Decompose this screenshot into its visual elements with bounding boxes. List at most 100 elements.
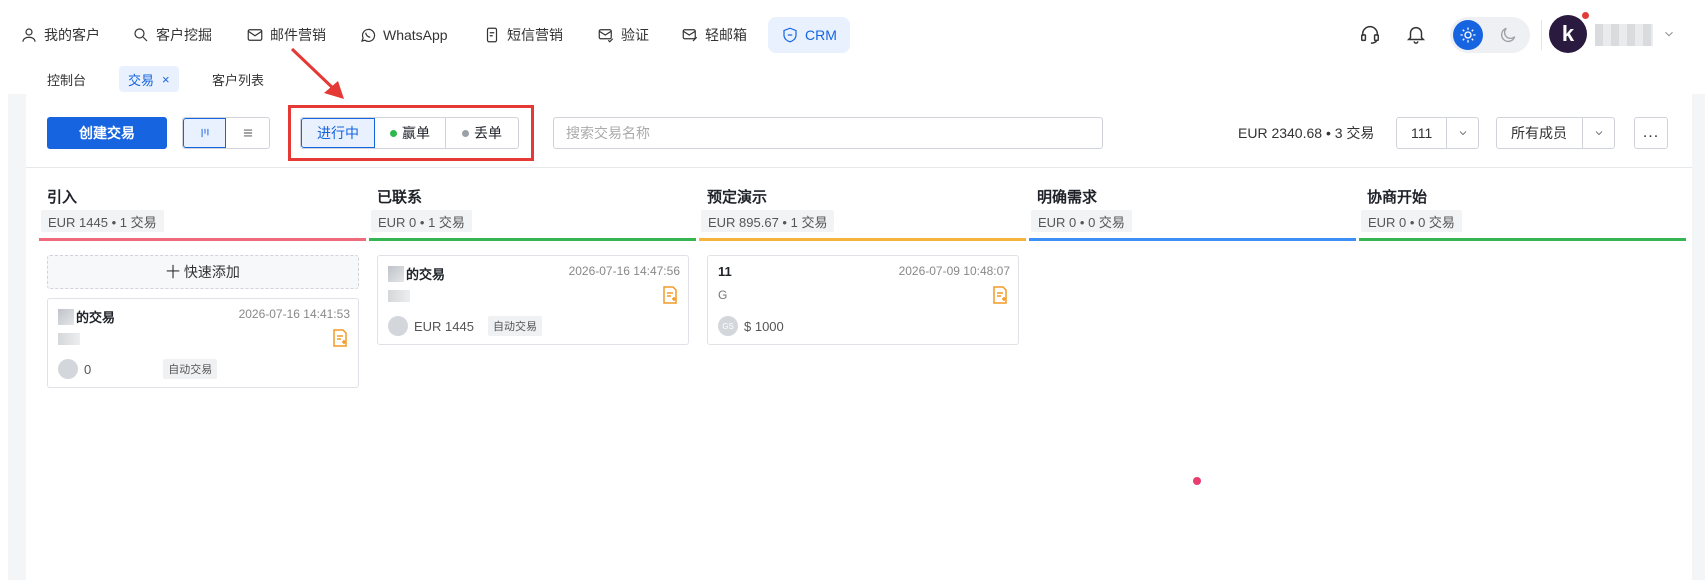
stage-color-bar: [699, 238, 1026, 241]
deal-amount: 0: [84, 361, 92, 377]
nav-label: 客户挖掘: [156, 27, 212, 43]
avatar-status-dot: [1582, 12, 1589, 19]
nav-light-mailbox[interactable]: 轻邮箱: [673, 17, 755, 53]
user-name-blurred: [1595, 24, 1653, 46]
blurred-avatar: [388, 265, 404, 282]
deal-timestamp: 2026-07-16 14:41:53: [238, 307, 350, 321]
add-note-icon[interactable]: [332, 329, 348, 347]
view-switcher: [182, 117, 270, 149]
chevron-down-icon: [1665, 31, 1673, 37]
stage-color-bar: [39, 238, 366, 241]
avatar-letter: k: [1561, 21, 1575, 46]
quick-add-deal-button[interactable]: 十 快速添加: [47, 255, 359, 289]
stage-title: 明确需求: [1037, 189, 1098, 206]
tab-label: 交易: [128, 72, 155, 88]
nav-sms-marketing[interactable]: 短信营销: [475, 17, 571, 53]
stage-stats: EUR 895.67 • 1 交易: [701, 210, 835, 232]
kanban-icon: [201, 128, 208, 138]
cursor-dot: [1193, 477, 1201, 485]
nav-label: WhatsApp: [383, 27, 448, 43]
search-icon: [134, 28, 148, 42]
add-note-icon[interactable]: [662, 286, 678, 304]
mail-icon: [247, 29, 263, 41]
deal-name: 11: [718, 264, 732, 279]
light-mode-button[interactable]: [1453, 20, 1483, 50]
whatsapp-icon: [361, 28, 376, 42]
deal-timestamp: 2026-07-16 14:47:56: [568, 264, 680, 278]
moon-icon: [1500, 27, 1516, 43]
list-icon: [243, 129, 252, 137]
nav-my-customers[interactable]: 我的客户: [12, 17, 108, 53]
deals-summary: EUR 2340.68 • 3 交易: [1238, 125, 1375, 141]
nav-whatsapp[interactable]: WhatsApp: [351, 17, 456, 53]
chevron-down-icon: [1582, 118, 1614, 148]
deal-name-text: 的交易: [406, 267, 446, 282]
stage-title: 已联系: [377, 189, 423, 206]
deal-name-text: 11: [718, 264, 732, 279]
deal-card[interactable]: 的交易 2026-07-16 14:41:53 0 自动交易: [47, 298, 359, 388]
nav-crm[interactable]: CRM: [768, 17, 850, 53]
add-note-icon[interactable]: [992, 286, 1008, 304]
stage-color-bar: [1359, 238, 1686, 241]
nav-label: 短信营销: [507, 27, 563, 43]
user-menu-toggle[interactable]: [1662, 27, 1678, 43]
avatar[interactable]: k: [1549, 15, 1587, 53]
annotation-highlight-box: [288, 105, 534, 161]
pipeline-select[interactable]: 111: [1396, 117, 1479, 149]
deal-search-input[interactable]: [553, 117, 1103, 149]
kanban-view-button[interactable]: [183, 118, 226, 148]
nav-verify[interactable]: 验证: [589, 17, 657, 53]
more-options-button[interactable]: ...: [1634, 117, 1668, 149]
deal-card[interactable]: 的交易 2026-07-16 14:47:56 EUR 1445 自动交易: [377, 255, 689, 345]
deal-company: G: [718, 288, 728, 302]
nav-label: 邮件营销: [270, 27, 326, 43]
tab-deals[interactable]: 交易 ×: [119, 66, 179, 92]
stage-color-bar: [369, 238, 696, 241]
annotation-arrow-icon: [290, 47, 344, 99]
nav-label: 我的客户: [44, 27, 100, 43]
dark-mode-button[interactable]: [1498, 25, 1518, 45]
deal-name-text: 的交易: [76, 310, 116, 325]
top-navigation: 我的客户 客户挖掘 邮件营销 WhatsApp 短信营销 验证 轻邮箱 CRM: [0, 0, 1705, 62]
support-button[interactable]: [1359, 23, 1383, 47]
theme-toggle[interactable]: [1450, 17, 1530, 53]
deal-card[interactable]: 11 2026-07-09 10:48:07 G GS $ 1000: [707, 255, 1019, 345]
sun-icon: [1460, 27, 1476, 43]
deal-footer: GS $ 1000: [718, 316, 784, 336]
chevron-down-icon: [1446, 118, 1478, 148]
deal-timestamp: 2026-07-09 10:48:07: [898, 264, 1010, 278]
member-select[interactable]: 所有成员: [1496, 117, 1615, 149]
nav-customer-mining[interactable]: 客户挖掘: [124, 17, 220, 53]
tab-label: 控制台: [47, 72, 87, 88]
header-divider: [1541, 20, 1542, 50]
user-icon: [22, 28, 36, 42]
stage-title: 引入: [47, 189, 78, 206]
sms-icon: [486, 27, 498, 43]
blurred-company: [388, 290, 410, 302]
blurred-company: [58, 333, 80, 345]
stage-stats: EUR 0 • 0 交易: [1361, 210, 1462, 232]
mail-check-icon: [598, 29, 614, 43]
nav-label: 验证: [621, 27, 649, 43]
quick-add-label: 十 快速添加: [166, 264, 240, 280]
blurred-avatar: [58, 308, 74, 325]
deal-name: 的交易: [388, 264, 445, 283]
tab-customer-list[interactable]: 客户列表: [203, 66, 273, 92]
headset-icon: [1361, 26, 1379, 44]
deal-footer: 0 自动交易: [58, 359, 218, 379]
close-icon[interactable]: ×: [162, 72, 170, 87]
deal-amount: $ 1000: [744, 318, 784, 334]
owner-avatar: [58, 359, 78, 379]
stage-stats: EUR 1445 • 1 交易: [41, 210, 164, 232]
bell-icon: [1406, 26, 1426, 44]
deal-footer: EUR 1445 自动交易: [388, 316, 542, 336]
list-view-button[interactable]: [226, 118, 269, 148]
create-deal-button[interactable]: 创建交易: [47, 117, 167, 149]
stage-title: 预定演示: [707, 189, 768, 206]
tab-dashboard[interactable]: 控制台: [38, 66, 95, 92]
nav-label: CRM: [805, 27, 837, 43]
notification-button[interactable]: [1405, 23, 1429, 47]
stage-stats: EUR 0 • 0 交易: [1031, 210, 1132, 232]
stage-color-bar: [1029, 238, 1356, 241]
owner-avatar: GS: [718, 316, 738, 336]
